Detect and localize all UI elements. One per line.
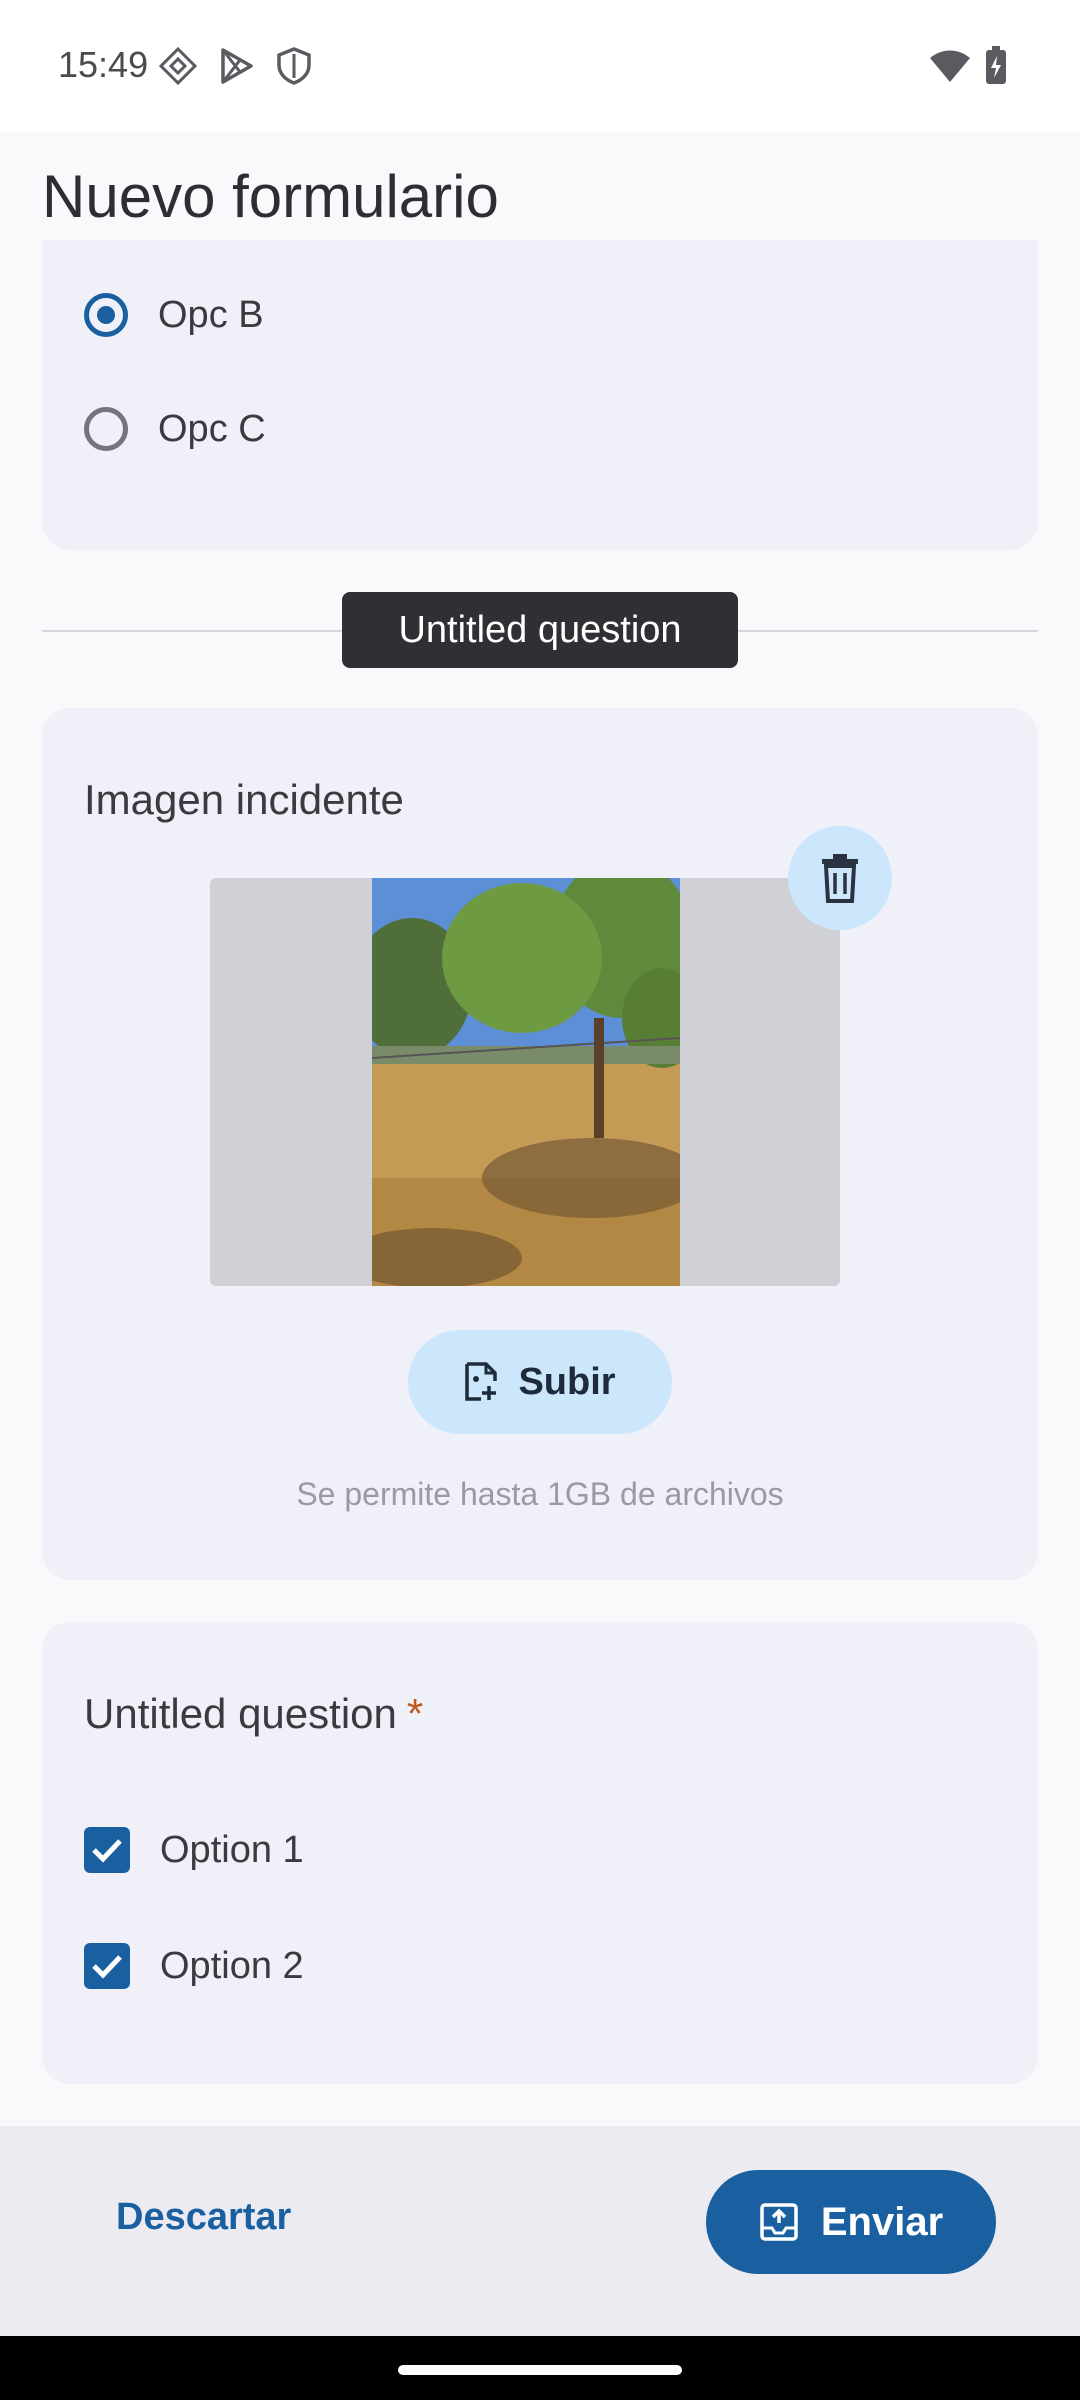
checkbox-option-1[interactable]: Option 1 — [84, 1818, 304, 1882]
upload-button-label: Subir — [518, 1360, 616, 1403]
checkbox-checked[interactable] — [84, 1827, 130, 1873]
radio-option-label: Opc B — [158, 293, 264, 336]
checkbox-question-title-row: Untitled question * — [84, 1690, 423, 1738]
battery-charging-icon — [984, 46, 1024, 86]
dev-settings-icon — [158, 46, 198, 86]
checkmark-icon — [92, 1955, 122, 1979]
checkbox-option-label: Option 2 — [160, 1944, 304, 1987]
wifi-icon — [928, 46, 970, 86]
bottom-action-bar: Descartar Enviar — [0, 2126, 1080, 2336]
status-time: 15:49 — [58, 44, 149, 85]
trash-icon — [822, 854, 858, 903]
page-title: Nuevo formulario — [42, 163, 499, 230]
required-mark: * — [406, 1690, 424, 1737]
send-button-label: Enviar — [820, 2199, 944, 2244]
tree-photo — [372, 878, 680, 1286]
send-inbox-icon — [760, 2203, 798, 2241]
play-store-icon — [216, 46, 256, 86]
radio-button[interactable] — [84, 407, 128, 451]
upload-button[interactable]: Subir — [408, 1330, 672, 1434]
navigation-bar — [0, 2336, 1080, 2400]
checkmark-icon — [92, 1839, 122, 1863]
checkbox-question-title: Untitled question — [84, 1690, 397, 1737]
radio-option-label: Opc C — [158, 407, 266, 450]
shield-icon — [274, 46, 314, 86]
image-question-title: Imagen incidente — [84, 776, 404, 823]
status-bar: 15:49 — [0, 0, 1080, 132]
image-preview[interactable] — [210, 878, 840, 1286]
radio-option-opc-b[interactable]: Opc B — [84, 283, 264, 347]
discard-button[interactable]: Descartar — [116, 2196, 291, 2239]
send-button[interactable]: Enviar — [706, 2170, 996, 2274]
checkbox-option-2[interactable]: Option 2 — [84, 1934, 304, 1998]
home-gesture-handle[interactable] — [398, 2365, 682, 2375]
file-add-icon — [465, 1362, 498, 1401]
tooltip: Untitled question — [342, 592, 738, 668]
delete-image-button[interactable] — [788, 826, 892, 930]
checkbox-checked[interactable] — [84, 1943, 130, 1989]
radio-option-opc-c[interactable]: Opc C — [84, 397, 266, 461]
radio-button-selected[interactable] — [84, 293, 128, 337]
upload-hint: Se permite hasta 1GB de archivos — [296, 1476, 784, 1512]
checkbox-option-label: Option 1 — [160, 1828, 304, 1871]
